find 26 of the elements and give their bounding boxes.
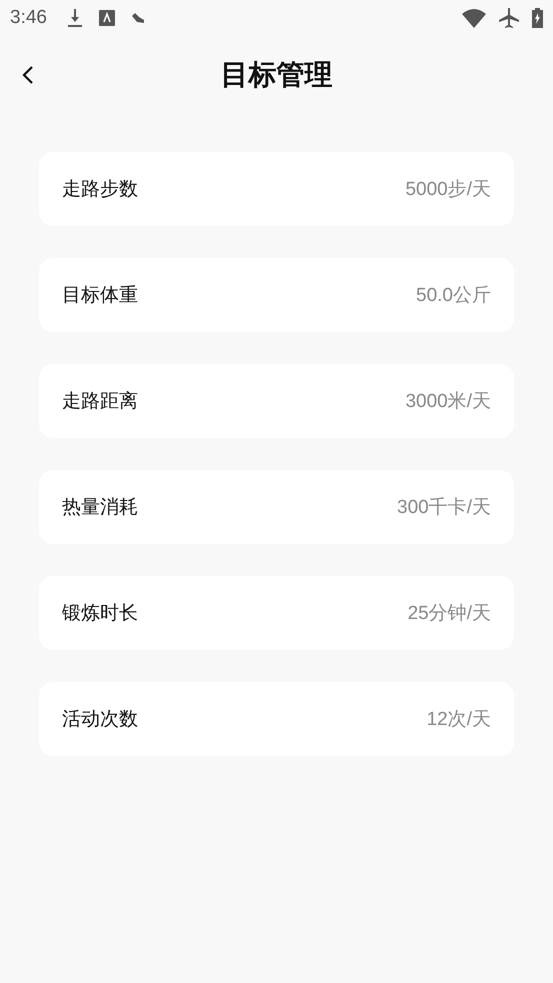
- goal-value: 300千卡/天: [397, 496, 491, 520]
- goal-label: 热量消耗: [62, 495, 138, 520]
- goal-label: 走路步数: [62, 177, 138, 202]
- battery-icon: [532, 8, 543, 28]
- page-title: 目标管理: [220, 57, 332, 93]
- back-icon[interactable]: [22, 65, 34, 85]
- goal-value: 3000米/天: [405, 390, 491, 414]
- goal-row[interactable]: 热量消耗 300千卡/天: [39, 470, 514, 544]
- goal-label: 目标体重: [62, 283, 138, 308]
- goal-value: 50.0公斤: [416, 284, 491, 308]
- wifi-icon: [462, 8, 486, 28]
- goal-row[interactable]: 活动次数 12次/天: [39, 682, 514, 756]
- goal-row[interactable]: 锻炼时长 25分钟/天: [39, 576, 514, 650]
- goal-value: 5000步/天: [405, 178, 491, 202]
- goal-row[interactable]: 走路距离 3000米/天: [39, 364, 514, 438]
- app-icon: [98, 10, 115, 26]
- goal-label: 走路距离: [62, 389, 138, 414]
- goal-row[interactable]: 目标体重 50.0公斤: [39, 258, 514, 332]
- goal-label: 锻炼时长: [62, 601, 138, 626]
- goal-value: 25分钟/天: [408, 602, 491, 626]
- goal-row[interactable]: 走路步数 5000步/天: [39, 152, 514, 226]
- airplane-icon: [498, 7, 520, 29]
- goal-value: 12次/天: [426, 708, 491, 732]
- goal-label: 活动次数: [62, 707, 138, 732]
- download-icon: [66, 9, 83, 27]
- status-time: 3:46: [10, 7, 47, 29]
